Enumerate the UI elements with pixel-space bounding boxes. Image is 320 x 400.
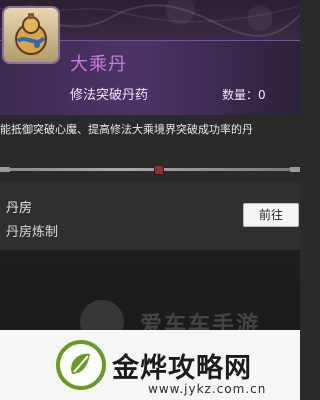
source-title: 丹房 bbox=[6, 201, 33, 216]
watermark-domain: www.jykz.com.cn bbox=[148, 382, 267, 396]
item-description: 能抵御突破心魔、提高修法大乘境界突破成功率的丹 bbox=[0, 123, 253, 136]
divider-right-cap bbox=[290, 167, 300, 172]
gourd-pill-icon bbox=[4, 8, 58, 62]
item-quantity: 数量：0 bbox=[222, 88, 266, 102]
divider-line bbox=[0, 168, 300, 171]
goto-button[interactable]: 前往 bbox=[243, 203, 299, 227]
source-detail: 丹房炼制 bbox=[6, 225, 59, 240]
divider-left-cap bbox=[0, 167, 10, 172]
item-name: 大乘丹 bbox=[70, 54, 127, 75]
watermark-brand: 金烨攻略网 bbox=[112, 353, 252, 384]
item-subtitle: 修法突破丹药 bbox=[70, 88, 149, 103]
divider-marker bbox=[154, 165, 164, 175]
watermark-leaf-icon bbox=[56, 340, 106, 390]
